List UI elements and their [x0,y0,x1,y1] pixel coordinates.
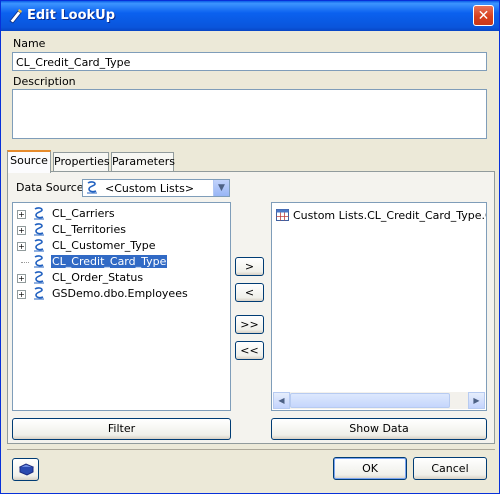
close-button[interactable]: ✕ [473,5,494,26]
expand-icon[interactable]: + [17,210,26,219]
script-icon [34,255,44,268]
tree-connector [21,262,29,263]
scrollbar-thumb[interactable] [290,393,450,408]
divider [7,449,495,450]
scroll-right-icon[interactable]: ▶ [468,392,485,409]
scroll-left-icon[interactable]: ◀ [273,392,290,409]
remove-all-button[interactable]: << [235,341,264,360]
help-button[interactable] [12,458,39,481]
ok-button[interactable]: OK [333,457,407,480]
name-label: Name [13,37,46,50]
list-item-label: Custom Lists.CL_Credit_Card_Type.Credi [293,209,486,222]
tree-item-label: CL_Territories [52,223,126,236]
table-icon [276,209,289,221]
script-icon [34,207,44,220]
lookup-app-icon [9,9,22,24]
description-field[interactable] [12,89,487,139]
script-icon [34,287,44,300]
book-icon [19,463,34,476]
name-value: CL_Credit_Card_Type [16,56,131,69]
expand-icon[interactable]: + [17,226,26,235]
remove-button[interactable]: < [235,283,264,302]
expand-icon[interactable]: + [17,290,26,299]
tree-item-label: CL_Credit_Card_Type [49,254,169,269]
add-button[interactable]: > [235,257,264,276]
filter-button[interactable]: Filter [12,418,231,440]
description-label: Description [13,75,76,88]
tab-properties[interactable]: Properties [53,152,110,172]
data-source-label: Data Source [16,181,84,194]
tab-parameters[interactable]: Parameters [111,152,175,172]
horizontal-scrollbar[interactable]: ◀ ▶ [273,392,485,409]
expand-icon[interactable]: + [17,242,26,251]
expand-icon[interactable]: + [17,274,26,283]
data-source-value: <Custom Lists> [105,182,195,195]
cancel-button[interactable]: Cancel [413,457,487,480]
data-source-combo[interactable]: <Custom Lists> ▼ [82,179,230,197]
script-icon [34,239,44,252]
window-title: Edit LookUp [27,8,116,23]
tree-item-label: GSDemo.dbo.Employees [52,287,188,300]
title-bar[interactable]: Edit LookUp ✕ [1,1,499,31]
tree-item-label: CL_Order_Status [52,271,144,284]
name-field[interactable]: CL_Credit_Card_Type [12,52,487,71]
edit-lookup-dialog: Edit LookUp ✕ Name CL_Credit_Card_Type D… [0,0,500,494]
show-data-button[interactable]: Show Data [271,418,487,440]
chevron-down-icon[interactable]: ▼ [213,180,229,196]
source-tree[interactable]: + CL_Carriers + CL_Territories + CL_Cust… [12,202,231,411]
tree-item-label: CL_Carriers [52,207,115,220]
tree-item-label: CL_Customer_Type [52,239,156,252]
add-all-button[interactable]: >> [235,315,264,334]
script-icon [34,271,44,284]
script-icon [87,181,97,194]
selected-list[interactable]: Custom Lists.CL_Credit_Card_Type.Credi ◀… [271,202,487,411]
tab-source[interactable]: Source [7,150,51,173]
script-icon [34,223,44,236]
